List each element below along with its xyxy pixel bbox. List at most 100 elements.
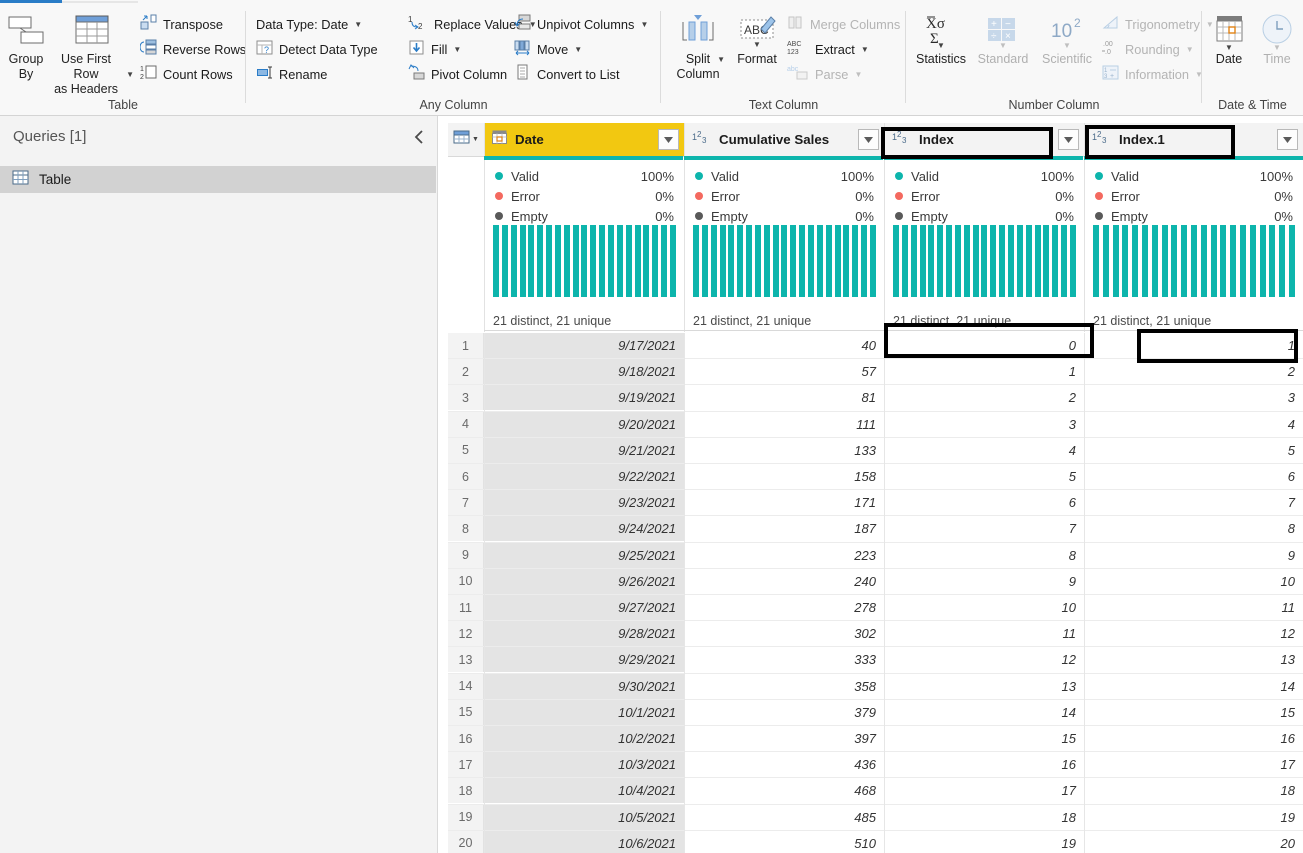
chevron-down-icon[interactable]: ▼ [574,46,582,54]
convert-to-list-button[interactable]: Convert to List [514,63,620,86]
cell-index-1[interactable]: 3 [1084,385,1303,410]
cell-index[interactable]: 16 [884,752,1084,777]
cell-index[interactable]: 6 [884,490,1084,515]
cell-cumulative-sales[interactable]: 223 [684,543,884,568]
table-row[interactable]: 79/23/202117167 [448,490,1303,516]
cell-index-1[interactable]: 6 [1084,464,1303,489]
cell-index[interactable]: 3 [884,412,1084,437]
cell-cumulative-sales[interactable]: 240 [684,569,884,594]
column-header-index[interactable]: 123 Index [884,123,1084,156]
cell-date[interactable]: 10/1/2021 [484,700,684,725]
filter-button-index[interactable] [1058,129,1079,150]
move-button[interactable]: Move ▼ [514,38,582,61]
chevron-down-icon[interactable]: ▼ [717,56,725,64]
filter-button-date[interactable] [658,129,679,150]
cell-date[interactable]: 10/2/2021 [484,726,684,751]
cell-index-1[interactable]: 4 [1084,412,1303,437]
table-row[interactable]: 1710/3/20214361617 [448,752,1303,778]
column-header-index-1[interactable]: 123 Index.1 [1084,123,1303,156]
cell-index-1[interactable]: 15 [1084,700,1303,725]
value-distribution-histogram[interactable] [493,225,676,297]
cell-date[interactable]: 10/3/2021 [484,752,684,777]
cell-date[interactable]: 9/19/2021 [484,385,684,410]
cell-cumulative-sales[interactable]: 187 [684,516,884,541]
cell-index-1[interactable]: 11 [1084,595,1303,620]
value-distribution-histogram[interactable] [1093,225,1295,297]
detect-data-type-button[interactable]: ? Detect Data Type [256,38,378,61]
table-row[interactable]: 129/28/20213021112 [448,621,1303,647]
statistics-button[interactable]: XσΣ Statistics ▼ [912,13,970,67]
cell-index[interactable]: 1 [884,359,1084,384]
cell-date[interactable]: 10/4/2021 [484,778,684,803]
cell-date[interactable]: 9/26/2021 [484,569,684,594]
filter-button-index-1[interactable] [1277,129,1298,150]
cell-index-1[interactable]: 5 [1084,438,1303,463]
cell-index[interactable]: 4 [884,438,1084,463]
column-header-cumulative-sales[interactable]: 123 Cumulative Sales [684,123,884,156]
table-row[interactable]: 1510/1/20213791415 [448,700,1303,726]
table-row[interactable]: 39/19/20218123 [448,385,1303,411]
cell-date[interactable]: 9/30/2021 [484,674,684,699]
cell-cumulative-sales[interactable]: 379 [684,700,884,725]
sidebar-item-table[interactable]: Table [0,166,436,193]
cell-date[interactable]: 9/22/2021 [484,464,684,489]
fill-button[interactable]: Fill ▼ [408,38,461,61]
table-row[interactable]: 2010/6/20215101920 [448,831,1303,853]
unpivot-columns-button[interactable]: Unpivot Columns ▼ [514,13,648,36]
table-row[interactable]: 119/27/20212781011 [448,595,1303,621]
cell-cumulative-sales[interactable]: 111 [684,412,884,437]
pivot-column-button[interactable]: Pivot Column [408,63,507,86]
cell-date[interactable]: 10/5/2021 [484,805,684,830]
chevron-down-icon[interactable]: ▼ [354,21,362,29]
cell-index-1[interactable]: 7 [1084,490,1303,515]
chevron-down-icon[interactable]: ▼ [861,46,869,54]
table-row[interactable]: 149/30/20213581314 [448,674,1303,700]
cell-index-1[interactable]: 14 [1084,674,1303,699]
count-rows-button[interactable]: 12 Count Rows [140,63,233,86]
chevron-down-icon[interactable]: ▼ [126,71,134,79]
cell-index[interactable]: 19 [884,831,1084,853]
chevron-down-icon[interactable]: ▼ [472,136,479,143]
cell-index-1[interactable]: 16 [1084,726,1303,751]
collapse-sidebar-button[interactable] [408,128,430,150]
cell-index[interactable]: 9 [884,569,1084,594]
reverse-rows-button[interactable]: Reverse Rows [140,38,246,61]
cell-date[interactable]: 9/29/2021 [484,647,684,672]
table-row[interactable]: 109/26/2021240910 [448,569,1303,595]
cell-index-1[interactable]: 9 [1084,543,1303,568]
cell-index-1[interactable]: 1 [1084,333,1303,358]
cell-index-1[interactable]: 10 [1084,569,1303,594]
table-row[interactable]: 49/20/202111134 [448,412,1303,438]
cell-date[interactable]: 9/25/2021 [484,543,684,568]
cell-date[interactable]: 9/23/2021 [484,490,684,515]
cell-cumulative-sales[interactable]: 57 [684,359,884,384]
cell-cumulative-sales[interactable]: 40 [684,333,884,358]
table-row[interactable]: 59/21/202113345 [448,438,1303,464]
cell-date[interactable]: 9/27/2021 [484,595,684,620]
split-column-button[interactable]: Split Column ▼ [667,13,729,82]
cell-cumulative-sales[interactable]: 302 [684,621,884,646]
transpose-button[interactable]: Transpose [140,13,223,36]
cell-index[interactable]: 17 [884,778,1084,803]
table-row[interactable]: 139/29/20213331213 [448,647,1303,673]
table-row[interactable]: 1910/5/20214851819 [448,805,1303,831]
cell-index[interactable]: 13 [884,674,1084,699]
cell-cumulative-sales[interactable]: 485 [684,805,884,830]
cell-index[interactable]: 0 [884,333,1084,358]
cell-cumulative-sales[interactable]: 436 [684,752,884,777]
cell-date[interactable]: 9/28/2021 [484,621,684,646]
cell-index[interactable]: 7 [884,516,1084,541]
cell-date[interactable]: 9/18/2021 [484,359,684,384]
column-header-date[interactable]: Date [484,123,684,156]
cell-index-1[interactable]: 19 [1084,805,1303,830]
cell-index[interactable]: 12 [884,647,1084,672]
cell-cumulative-sales[interactable]: 133 [684,438,884,463]
cell-index[interactable]: 15 [884,726,1084,751]
filter-button-cumulative-sales[interactable] [858,129,879,150]
cell-date[interactable]: 10/6/2021 [484,831,684,853]
table-row[interactable]: 19/17/20214001 [448,333,1303,359]
value-distribution-histogram[interactable] [693,225,876,297]
table-row[interactable]: 1610/2/20213971516 [448,726,1303,752]
data-type-button[interactable]: Data Type: Date ▼ [256,13,362,36]
chevron-down-icon[interactable]: ▼ [1225,44,1233,52]
